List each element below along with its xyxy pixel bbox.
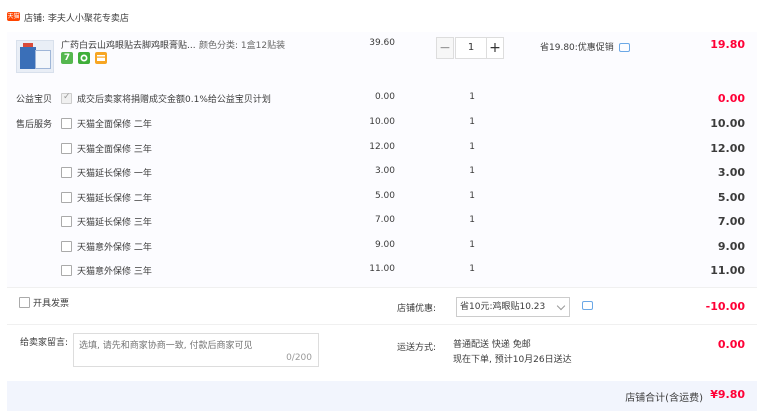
service-name: 天猫延长保修 三年	[77, 218, 152, 228]
discount-selected: 省10元:鸡眼贴10.23	[460, 302, 546, 312]
divider	[7, 324, 757, 325]
service-subtotal: 5.00	[717, 191, 745, 204]
chat-icon[interactable]	[582, 301, 593, 310]
service-price: 10.00	[369, 117, 395, 127]
charity-price: 0.00	[374, 92, 395, 102]
spec-value: 1盒12贴装	[240, 41, 286, 51]
service-price: 7.00	[374, 215, 395, 225]
shipping-method: 普通配送 快递 免邮	[453, 340, 531, 350]
unit-price: 39.60	[369, 38, 395, 48]
increase-button[interactable]: +	[486, 37, 504, 59]
tmall-store-icon: 天猫	[7, 12, 20, 21]
service-price: 9.00	[374, 240, 395, 250]
store-name[interactable]: 店铺: 李夫人小聚花专卖店	[24, 11, 129, 24]
shipping-fee: 0.00	[717, 338, 745, 351]
service-subtotal: 12.00	[710, 142, 745, 155]
service-checkbox[interactable]	[61, 216, 72, 227]
order-page: 天猫 店铺: 李夫人小聚花专卖店 广药白云山鸡眼贴去脚鸡眼膏贴... 颜色分类:…	[0, 0, 757, 411]
discount-select[interactable]: 省10元:鸡眼贴10.23	[456, 297, 570, 317]
service-price: 12.00	[369, 142, 395, 152]
service-subtotal: 10.00	[710, 117, 745, 130]
service-checkbox[interactable]	[61, 167, 72, 178]
product-thumbnail[interactable]	[16, 40, 54, 73]
charity-subtotal: 0.00	[717, 92, 745, 105]
service-name: 天猫延长保修 一年	[77, 169, 152, 179]
service-qty: 1	[469, 191, 475, 201]
service-checkbox[interactable]	[61, 118, 72, 129]
chevron-down-icon	[556, 301, 566, 311]
store-total-bar: 店铺合计(含运费) ¥9.80	[7, 381, 757, 411]
charity-checkbox[interactable]	[61, 92, 72, 104]
guarantee-icon[interactable]	[77, 52, 90, 64]
service-qty: 1	[469, 240, 475, 250]
service-name: 天猫延长保修 二年	[77, 194, 152, 204]
spec-label: 颜色分类:	[199, 41, 239, 51]
service-name: 天猫全面保修 二年	[77, 120, 152, 130]
seven-day-return-icon[interactable]: 7	[61, 52, 73, 64]
service-price: 5.00	[374, 191, 395, 201]
charity-qty: 1	[469, 92, 475, 102]
service-qty: 1	[469, 166, 475, 176]
promo-info: 省19.80:优惠促销	[540, 40, 630, 53]
service-checkbox[interactable]	[61, 265, 72, 276]
quantity-stepper: − 1 +	[436, 37, 506, 59]
chat-icon[interactable]	[618, 43, 630, 52]
service-qty: 1	[469, 264, 475, 274]
service-qty: 1	[469, 215, 475, 225]
service-subtotal: 9.00	[717, 240, 745, 253]
invoice-checkbox[interactable]	[19, 297, 30, 308]
product-spec: 颜色分类: 1盒12贴装	[199, 38, 285, 51]
service-qty: 1	[469, 142, 475, 152]
promo-text: 省19.80:优惠促销	[540, 43, 614, 53]
service-qty: 1	[469, 117, 475, 127]
service-checkbox[interactable]	[61, 241, 72, 252]
store-label: 店铺:	[24, 14, 46, 24]
product-name[interactable]: 广药白云山鸡眼贴去脚鸡眼膏贴...	[61, 38, 196, 51]
card-icon[interactable]	[94, 52, 107, 64]
product-badges: 7	[61, 52, 109, 64]
store-header: 天猫 店铺: 李夫人小聚花专卖店	[0, 0, 757, 32]
service-subtotal: 3.00	[717, 166, 745, 179]
invoice-label[interactable]: 开具发票	[33, 296, 69, 309]
discount-label: 店铺优惠:	[397, 304, 437, 314]
item-subtotal: 19.80	[710, 38, 745, 51]
charity-label: 公益宝贝	[16, 95, 53, 105]
service-name: 天猫意外保修 三年	[77, 267, 152, 277]
shipping-label: 运送方式:	[397, 343, 437, 353]
shipping-info: 普通配送 快递 免邮 现在下单, 预计10月26日送达	[453, 338, 572, 368]
message-input[interactable]	[74, 334, 318, 366]
service-price: 3.00	[374, 166, 395, 176]
service-price: 11.00	[369, 264, 395, 274]
shipping-eta: 现在下单, 预计10月26日送达	[453, 355, 572, 365]
store-name-text[interactable]: 李夫人小聚花专卖店	[48, 14, 129, 24]
divider	[7, 287, 757, 288]
decrease-button[interactable]: −	[436, 37, 454, 59]
discount-amount: -10.00	[705, 300, 745, 313]
message-label: 给卖家留言:	[20, 338, 69, 348]
after-sales-label: 售后服务	[16, 120, 53, 130]
service-subtotal: 11.00	[710, 264, 745, 277]
service-checkbox[interactable]	[61, 143, 72, 154]
service-name: 天猫意外保修 二年	[77, 243, 152, 253]
service-subtotal: 7.00	[717, 215, 745, 228]
total-value: ¥9.80	[710, 388, 745, 401]
charity-text: 成交后卖家将捐赠成交金额0.1%给公益宝贝计划	[77, 95, 271, 105]
message-field[interactable]: 0/200	[73, 333, 319, 367]
total-label: 店铺合计(含运费)	[625, 393, 703, 404]
service-name: 天猫全面保修 三年	[77, 145, 152, 155]
service-checkbox[interactable]	[61, 192, 72, 203]
quantity-input[interactable]: 1	[455, 37, 487, 59]
message-count: 0/200	[286, 353, 312, 363]
